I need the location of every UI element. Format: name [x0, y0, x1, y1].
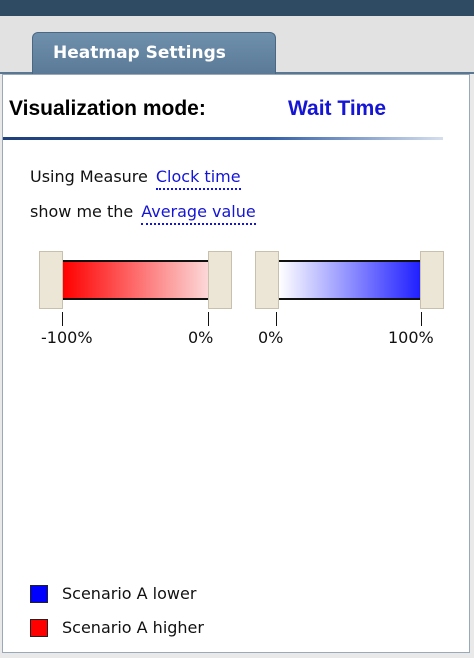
- legend-swatch-lower: [30, 585, 48, 603]
- measure-prefix: Using Measure: [30, 167, 148, 186]
- positive-high-tick: [421, 312, 422, 326]
- legend-label-higher: Scenario A higher: [62, 618, 204, 637]
- legend-swatch-higher: [30, 619, 48, 637]
- legend-label-lower: Scenario A lower: [62, 584, 197, 603]
- positive-high-handle[interactable]: [420, 251, 444, 309]
- negative-range-slider: [39, 251, 232, 309]
- positive-low-handle[interactable]: [255, 251, 279, 309]
- aggregate-prefix: show me the: [30, 202, 134, 221]
- visualization-mode-label: Visualization mode:: [9, 97, 206, 120]
- settings-panel: Visualization mode: Wait Time Using Meas…: [2, 74, 470, 653]
- positive-low-label: 0%: [258, 328, 284, 347]
- visualization-mode-value[interactable]: Wait Time: [288, 97, 386, 121]
- measure-row: Using Measure Clock time: [30, 167, 241, 190]
- positive-high-label: 100%: [388, 328, 434, 347]
- negative-low-label: -100%: [41, 328, 93, 347]
- negative-high-tick: [208, 312, 209, 326]
- positive-low-tick: [276, 312, 277, 326]
- negative-high-handle[interactable]: [208, 251, 232, 309]
- tab-heatmap-settings[interactable]: Heatmap Settings: [32, 32, 276, 74]
- heatmap-settings-window: Heatmap Settings Visualization mode: Wai…: [0, 0, 474, 658]
- positive-range-slider: [255, 251, 444, 309]
- negative-low-handle[interactable]: [39, 251, 63, 309]
- aggregate-row: show me the Average value: [30, 202, 256, 225]
- title-band: [0, 0, 474, 16]
- header-divider: [3, 137, 443, 140]
- negative-low-tick: [62, 312, 63, 326]
- measure-link[interactable]: Clock time: [155, 167, 241, 190]
- aggregate-link[interactable]: Average value: [141, 202, 256, 225]
- negative-gradient-bar: [61, 260, 211, 300]
- positive-gradient-bar: [277, 260, 422, 300]
- negative-high-label: 0%: [188, 328, 214, 347]
- tab-strip: Heatmap Settings: [0, 16, 474, 74]
